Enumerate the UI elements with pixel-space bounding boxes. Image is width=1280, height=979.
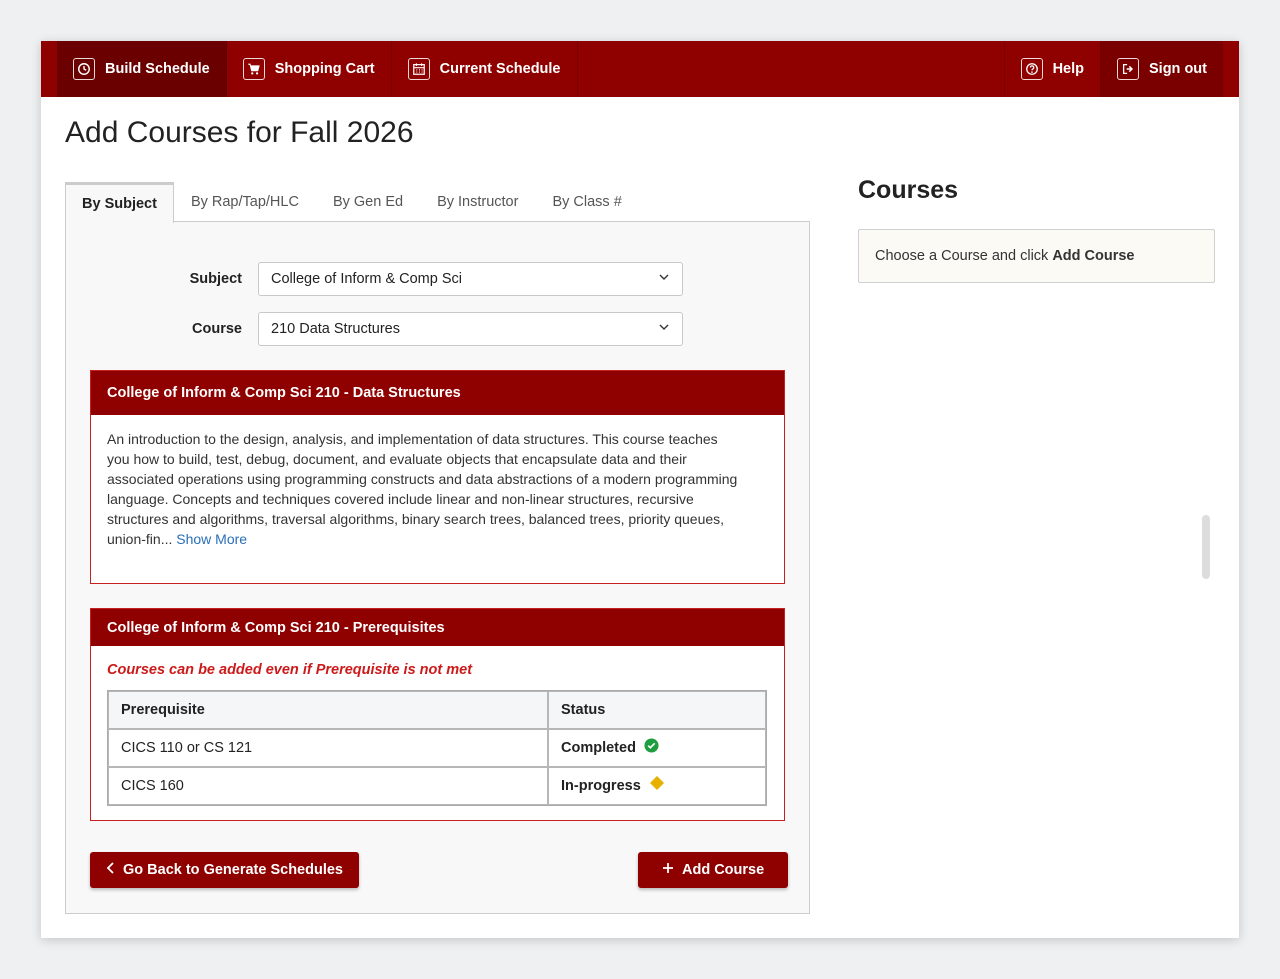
course-label: Course: [192, 321, 242, 337]
course-select-value: 210 Data Structures: [271, 321, 400, 337]
go-back-label: Go Back to Generate Schedules: [123, 862, 343, 878]
status-text: Completed: [561, 740, 636, 756]
clock-icon: [73, 58, 95, 80]
table-row: CICS 110 or CS 121 Completed: [108, 729, 766, 767]
tab-by-subject[interactable]: By Subject: [65, 182, 174, 223]
cart-icon: [242, 58, 265, 80]
course-description-heading: College of Inform & Comp Sci 210 - Data …: [91, 371, 784, 415]
search-tabs: By Subject By Rap/Tap/HLC By Gen Ed By I…: [65, 182, 639, 223]
prerequisite-name: CICS 110 or CS 121: [108, 729, 548, 767]
nav-sign-out-label: Sign out: [1149, 61, 1207, 77]
nav-help[interactable]: Help: [1003, 41, 1100, 97]
prerequisites-card: College of Inform & Comp Sci 210 - Prere…: [90, 608, 785, 821]
nav-current-schedule[interactable]: Current Schedule: [392, 41, 578, 97]
nav-shopping-cart[interactable]: Shopping Cart: [227, 41, 392, 97]
table-row: CICS 160 In-progress: [108, 767, 766, 805]
tab-by-instructor[interactable]: By Instructor: [420, 182, 535, 222]
question-icon: [1020, 58, 1043, 80]
prerequisites-body: Courses can be added even if Prerequisit…: [91, 646, 784, 820]
add-course-button[interactable]: Add Course: [638, 852, 789, 888]
tab-by-class-number[interactable]: By Class #: [535, 182, 638, 222]
nav-build-schedule[interactable]: Build Schedule: [57, 41, 227, 97]
subject-label: Subject: [189, 271, 242, 287]
nav-shopping-cart-label: Shopping Cart: [274, 61, 375, 77]
go-back-button[interactable]: Go Back to Generate Schedules: [90, 852, 359, 888]
check-circle-icon: [644, 737, 659, 759]
app-window: Build Schedule Shopping Cart Current Sch…: [41, 41, 1239, 938]
column-header-prerequisite: Prerequisite: [108, 691, 548, 729]
course-row: Course 210 Data Structures: [66, 312, 683, 346]
courses-title: Courses: [858, 176, 959, 204]
courses-hint-box: Choose a Course and click Add Course: [858, 229, 1215, 283]
prerequisite-name: CICS 160: [108, 767, 548, 805]
top-nav: Build Schedule Shopping Cart Current Sch…: [41, 41, 1239, 97]
prerequisite-status: Completed: [548, 729, 766, 767]
chevron-down-icon: [658, 321, 670, 337]
show-more-link[interactable]: Show More: [176, 531, 247, 547]
subject-select-value: College of Inform & Comp Sci: [271, 271, 462, 287]
prerequisite-status: In-progress: [548, 767, 766, 805]
chevron-left-icon: [106, 862, 115, 878]
add-course-label: Add Course: [682, 862, 765, 878]
sign-out-icon: [1117, 58, 1139, 80]
column-header-status: Status: [548, 691, 766, 729]
diamond-icon: [649, 775, 665, 797]
tab-panel: Subject College of Inform & Comp Sci Cou…: [65, 221, 810, 914]
calendar-icon: [407, 58, 430, 80]
plus-icon: [662, 862, 674, 878]
nav-help-label: Help: [1052, 61, 1084, 77]
courses-hint-text: Choose a Course and click: [875, 248, 1053, 264]
subject-row: Subject College of Inform & Comp Sci: [66, 262, 683, 296]
page-title: Add Courses for Fall 2026: [65, 116, 414, 149]
course-select[interactable]: 210 Data Structures: [258, 312, 683, 346]
nav-sign-out[interactable]: Sign out: [1100, 41, 1223, 97]
courses-hint-bold: Add Course: [1052, 248, 1135, 264]
status-text: In-progress: [561, 778, 641, 794]
nav-left: Build Schedule Shopping Cart Current Sch…: [41, 41, 578, 97]
table-header-row: Prerequisite Status: [108, 691, 766, 729]
tab-by-rap-tap-hlc[interactable]: By Rap/Tap/HLC: [174, 182, 316, 222]
tab-by-gen-ed[interactable]: By Gen Ed: [316, 182, 420, 222]
prerequisite-warning: Courses can be added even if Prerequisit…: [107, 662, 473, 678]
course-description-card: College of Inform & Comp Sci 210 - Data …: [90, 370, 785, 584]
prerequisites-heading: College of Inform & Comp Sci 210 - Prere…: [91, 609, 784, 646]
nav-right: Help Sign out: [1003, 41, 1239, 97]
course-description-body: An introduction to the design, analysis,…: [91, 415, 784, 563]
nav-current-schedule-label: Current Schedule: [439, 61, 561, 77]
nav-build-schedule-label: Build Schedule: [105, 61, 210, 77]
prerequisites-table: Prerequisite Status CICS 110 or CS 121 C…: [107, 690, 767, 806]
scrollbar[interactable]: [1202, 515, 1210, 579]
course-description-text: An introduction to the design, analysis,…: [107, 431, 738, 547]
chevron-down-icon: [658, 271, 670, 287]
subject-select[interactable]: College of Inform & Comp Sci: [258, 262, 683, 296]
